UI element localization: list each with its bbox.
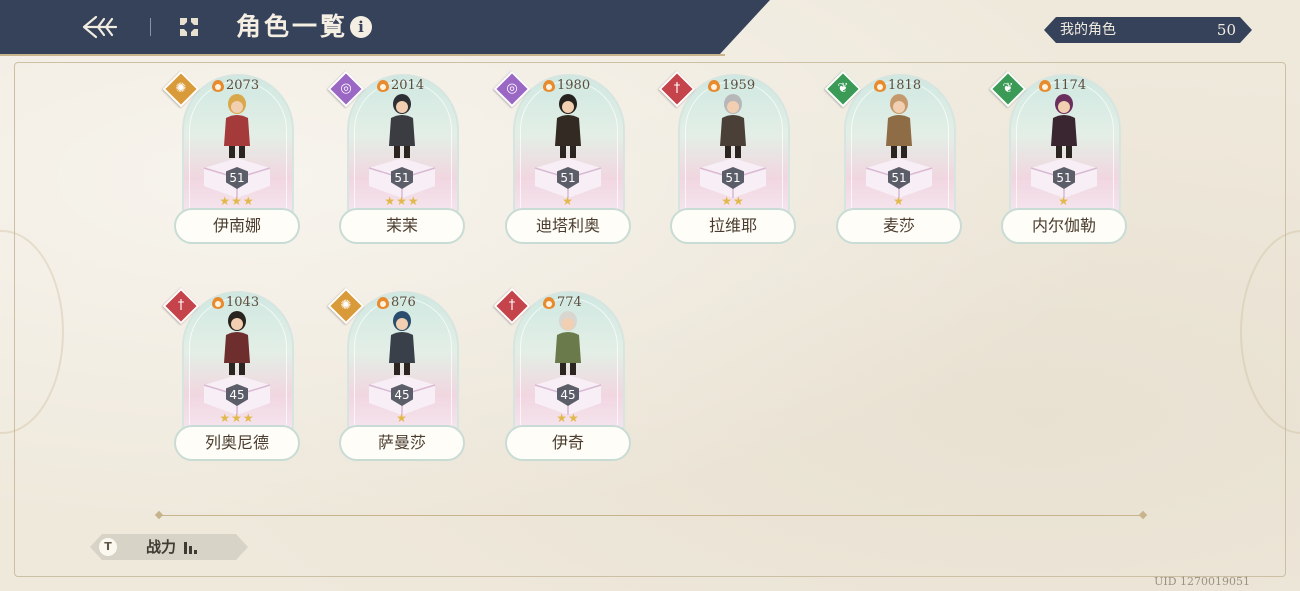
star-rating: ★★★	[219, 194, 255, 208]
star-rating: ★★	[556, 411, 580, 425]
star-rating: ★★	[721, 194, 745, 208]
star-rating: ★	[1058, 194, 1070, 208]
back-arrow-icon	[82, 15, 118, 39]
my-characters-badge: 我的角色 50	[1044, 17, 1252, 43]
user-id: UID 1270019051	[1154, 575, 1250, 588]
character-sprite	[1051, 94, 1077, 158]
character-card[interactable]: ❦ 1174 51 ★ 内尔伽勒	[989, 66, 1127, 251]
character-name: 内尔伽勒	[1001, 208, 1127, 244]
character-card[interactable]: ◎ 2014 51 ★★★ 茉茉	[327, 66, 465, 251]
my-characters-count: 50	[1216, 21, 1236, 39]
character-sprite	[555, 94, 581, 158]
character-sprite	[224, 311, 250, 375]
back-button[interactable]	[78, 8, 122, 46]
sort-label: 战力	[146, 538, 177, 556]
character-name: 列奥尼德	[174, 425, 300, 461]
character-sprite	[886, 94, 912, 158]
star-rating: ★★★	[219, 411, 255, 425]
character-name: 麦莎	[836, 208, 962, 244]
character-card[interactable]: ✺ 2073 51 ★★★ 伊南娜	[162, 66, 300, 251]
character-name: 萨曼莎	[339, 425, 465, 461]
star-rating: ★	[562, 194, 574, 208]
bar-chart-icon	[184, 542, 197, 554]
character-sprite	[720, 94, 746, 158]
character-card[interactable]: ❦ 1818 51 ★ 麦莎	[824, 66, 962, 251]
character-card[interactable]: † 1043 45 ★★★ 列奥尼德	[162, 283, 300, 468]
character-sprite	[224, 94, 250, 158]
my-characters-label: 我的角色	[1060, 22, 1116, 38]
info-icon[interactable]: i	[350, 16, 372, 38]
character-card[interactable]: † 1959 51 ★★ 拉维耶	[658, 66, 796, 251]
star-rating: ★	[396, 411, 408, 425]
character-name: 茉茉	[339, 208, 465, 244]
character-sprite	[389, 94, 415, 158]
character-name: 伊奇	[505, 425, 631, 461]
character-card[interactable]: ✺ 876 45 ★ 萨曼莎	[327, 283, 465, 468]
grid-menu-icon	[180, 18, 198, 36]
menu-button[interactable]	[176, 14, 202, 40]
page-title: 角色一覧	[236, 12, 349, 41]
character-name: 拉维耶	[670, 208, 796, 244]
character-name: 迪塔利奥	[505, 208, 631, 244]
header-underline	[0, 54, 725, 56]
character-sprite	[555, 311, 581, 375]
sort-button[interactable]: T 战力	[90, 534, 248, 560]
sort-filter-icon: T	[99, 538, 117, 556]
character-card[interactable]: ◎ 1980 51 ★ 迪塔利奥	[493, 66, 631, 251]
header-separator	[150, 18, 151, 36]
character-sprite	[389, 311, 415, 375]
character-card[interactable]: † 774 45 ★★ 伊奇	[493, 283, 631, 468]
character-name: 伊南娜	[174, 208, 300, 244]
star-rating: ★★★	[384, 194, 420, 208]
star-rating: ★	[893, 194, 905, 208]
divider	[160, 515, 1142, 516]
